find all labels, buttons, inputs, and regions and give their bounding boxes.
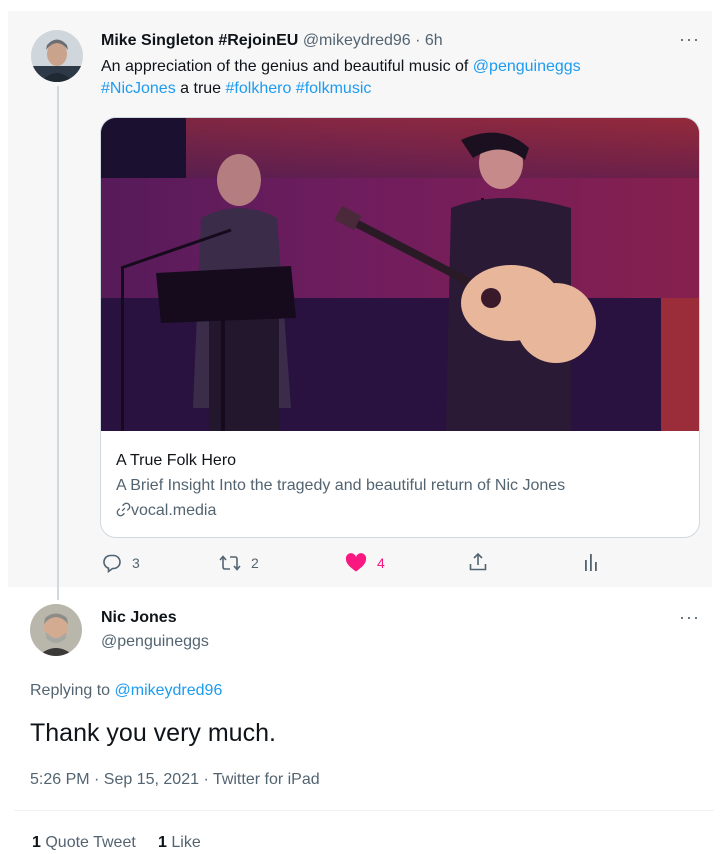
avatar-image [30,604,82,656]
avatar-image [31,30,83,82]
reply-icon [103,554,121,573]
like-label: Like [171,834,201,851]
display-name[interactable]: Nic Jones [101,608,177,628]
tweet-text: An appreciation of the genius and beauti… [101,56,661,100]
retweet-count: 2 [251,555,259,571]
mention-link[interactable]: @penguineggs [473,58,581,75]
thread-connector-line [57,86,59,600]
tweet-text-part: An appreciation of the genius and beauti… [101,58,473,75]
replying-prefix: Replying to [30,682,115,699]
quote-label: Quote Tweet [45,834,136,851]
retweet-icon [219,555,241,571]
heart-icon [345,553,367,572]
reply-button[interactable]: 3 [102,552,140,574]
quote-tweet-stat[interactable]: 1 Quote Tweet [32,834,136,851]
more-icon[interactable]: ··· [679,608,700,626]
handle[interactable]: @penguineggs [101,632,209,652]
hashtag-link[interactable]: #folkhero [226,80,292,97]
avatar[interactable] [31,30,83,82]
like-button[interactable]: 4 [345,552,385,574]
replying-to-link[interactable]: @mikeydred96 [115,682,223,699]
card-body: A True Folk Hero A Brief Insight Into th… [116,448,565,523]
analytics-icon [585,554,597,571]
divider [14,810,714,811]
tweet-text-part: a true [175,80,226,97]
link-icon [116,502,131,517]
display-name[interactable]: Mike Singleton #RejoinEU [101,32,298,49]
tweet-timestamp[interactable]: 5:26 PM · Sep 15, 2021 · Twitter for iPa… [30,769,320,791]
retweet-button[interactable]: 2 [219,552,259,574]
share-button[interactable] [468,552,488,572]
separator: · [415,32,421,49]
like-stat-count: 1 [158,834,167,851]
like-count: 4 [377,555,385,571]
card-image [101,118,699,431]
avatar[interactable] [30,604,82,656]
share-icon [469,552,487,571]
quote-count: 1 [32,834,41,851]
replying-to: Replying to @mikeydred96 [30,681,222,701]
hashtag-link[interactable]: #folkmusic [296,80,372,97]
reply-count: 3 [132,555,140,571]
more-icon[interactable]: ··· [679,30,700,48]
link-card[interactable]: A True Folk Hero A Brief Insight Into th… [100,117,700,538]
time-ago[interactable]: 6h [425,32,443,49]
card-domain: vocal.media [131,502,217,519]
handle[interactable]: @mikeydred96 [303,32,411,49]
card-title: A True Folk Hero [116,452,237,469]
reply-text: Thank you very much. [30,719,276,747]
analytics-button[interactable] [583,552,599,572]
like-stat[interactable]: 1 Like [158,834,201,851]
parent-tweet-header: Mike Singleton #RejoinEU @mikeydred96 · … [101,31,443,51]
card-description: A Brief Insight Into the tragedy and bea… [116,477,566,494]
hashtag-link[interactable]: #NicJones [101,80,176,97]
card-domain-row: vocal.media [116,498,565,523]
tweet-stats: 1 Quote Tweet 1 Like [32,832,201,854]
